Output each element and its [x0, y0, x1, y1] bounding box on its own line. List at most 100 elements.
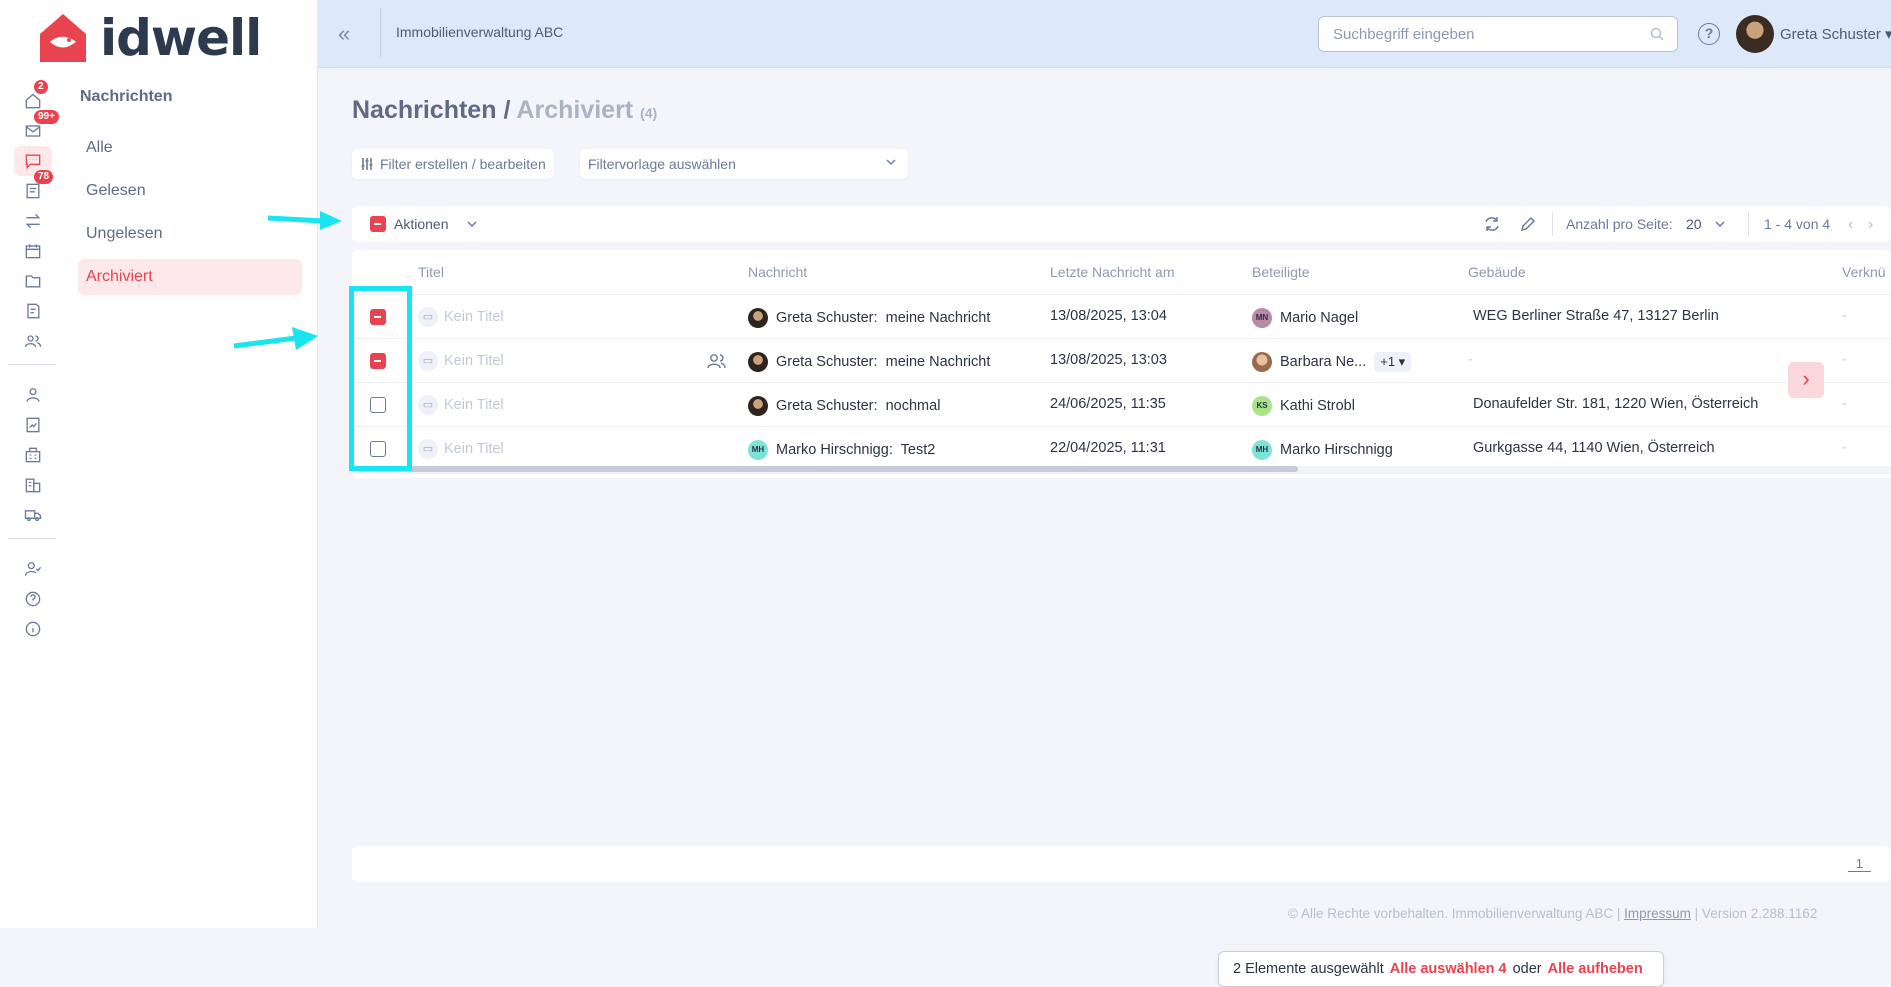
breadcrumb-slash: /	[503, 96, 511, 124]
row-participant-name: Marko Hirschnigg	[1280, 441, 1393, 458]
subnav-item-archiviert[interactable]: Archiviert	[78, 259, 302, 295]
user-menu[interactable]: Greta Schuster ▾	[1780, 25, 1891, 43]
avatar	[748, 352, 768, 372]
page-number[interactable]: 1	[1847, 856, 1871, 872]
tasks-icon	[26, 183, 40, 199]
selection-count: 2 Elemente ausgewählt	[1233, 961, 1384, 977]
per-page-label: Anzahl pro Seite:	[1566, 216, 1673, 232]
building-icon	[25, 447, 41, 463]
invoice-icon	[27, 303, 40, 319]
help-button[interactable]: ?	[1698, 23, 1720, 45]
calendar-icon	[25, 244, 41, 259]
scroll-right-button[interactable]: ›	[1788, 362, 1824, 398]
mail-badge: 99+	[34, 110, 59, 124]
logo-text: idwell	[100, 9, 262, 67]
rail-truck[interactable]	[14, 500, 52, 530]
home-icon	[25, 93, 41, 109]
table-row[interactable]: ▭ Kein Titel Greta Schuster: meine Nachri…	[352, 294, 1891, 338]
rail-calendar[interactable]	[14, 236, 52, 266]
column-header-verknuepfung[interactable]: Verknü	[1842, 264, 1886, 280]
row-link: -	[1842, 396, 1847, 412]
rail-people[interactable]	[14, 326, 52, 356]
edit-icon[interactable]	[1518, 214, 1538, 234]
rail-tasks[interactable]: 78	[14, 170, 54, 206]
row-link: -	[1842, 308, 1847, 324]
rail-help[interactable]	[14, 584, 52, 614]
impressum-link[interactable]: Impressum	[1624, 906, 1691, 921]
row-building: Gurkgasse 44, 1140 Wien, Österreich	[1473, 440, 1715, 456]
rail-info[interactable]	[14, 614, 52, 644]
filter-preset-select[interactable]: Filtervorlage auswählen	[580, 149, 908, 179]
home-badge: 2	[34, 80, 48, 94]
rail-user-check[interactable]	[14, 554, 52, 584]
rail-folder[interactable]	[14, 266, 52, 296]
next-page-button[interactable]: ›	[1868, 216, 1873, 234]
chevron-down-icon[interactable]	[1714, 218, 1726, 230]
row-building: WEG Berliner Straße 47, 13127 Berlin	[1473, 308, 1719, 324]
per-page-select[interactable]: 20	[1686, 216, 1702, 232]
row-message: Greta Schuster: meine Nachricht	[748, 352, 990, 372]
select-all-checkbox[interactable]	[370, 216, 386, 232]
column-header-beteiligte[interactable]: Beteiligte	[1252, 264, 1310, 280]
folder-icon	[25, 275, 41, 288]
actions-dropdown[interactable]: Aktionen	[394, 216, 448, 232]
filter-edit-label: Filter erstellen / bearbeiten	[380, 156, 546, 172]
avatar: MN	[1252, 308, 1272, 328]
column-header-titel[interactable]: Titel	[418, 264, 444, 280]
table-row[interactable]: ▭ Kein Titel Greta Schuster: nochmal 24/0…	[352, 382, 1891, 426]
more-participants-button[interactable]: +1 ▾	[1374, 352, 1412, 372]
subnav-title: Nachrichten	[80, 88, 173, 105]
column-header-gebaeude[interactable]: Gebäude	[1468, 264, 1526, 280]
chat-bubble-icon: ▭	[418, 395, 438, 415]
row-title-text: Kein Titel	[444, 396, 504, 413]
rail-building[interactable]	[14, 440, 52, 470]
rail-invoice[interactable]	[14, 296, 52, 326]
version-text: | Version 2.288.1162	[1694, 906, 1818, 921]
row-title: ▭ Kein Titel	[418, 307, 504, 327]
row-message: Greta Schuster: nochmal	[748, 396, 940, 416]
row-message-text: Test2	[900, 441, 936, 458]
house-bird-logo-icon	[40, 14, 86, 62]
column-header-nachricht[interactable]: Nachricht	[748, 264, 807, 280]
rail-mail[interactable]: 99+	[14, 110, 59, 146]
horizontal-scrollbar-thumb[interactable]	[358, 466, 1298, 472]
filter-preset-placeholder: Filtervorlage auswählen	[588, 156, 736, 172]
row-participant: MH Marko Hirschnigg	[1252, 440, 1393, 460]
toolbar-divider	[1748, 212, 1749, 236]
copyright-text: © Alle Rechte vorbehalten. Immobilienver…	[1288, 906, 1621, 921]
search-box	[1318, 16, 1678, 52]
row-participant: Barbara Ne... +1 ▾	[1252, 352, 1412, 373]
avatar	[748, 308, 768, 328]
logo[interactable]: idwell	[36, 9, 262, 67]
search-icon[interactable]	[1649, 26, 1665, 42]
prev-page-button[interactable]: ‹	[1848, 216, 1853, 234]
chat-bubble-icon: ▭	[418, 439, 438, 459]
chat-bubble-icon: ▭	[418, 351, 438, 371]
page-title-main[interactable]: Nachrichten	[352, 96, 496, 124]
tasks-badge: 78	[34, 170, 54, 184]
search-input[interactable]	[1333, 17, 1633, 51]
row-message-text: meine Nachricht	[885, 309, 991, 326]
rail-contract[interactable]	[14, 410, 52, 440]
rail-person[interactable]	[14, 380, 52, 410]
table-row[interactable]: ▭ Kein Titel MH Marko Hirschnigg: Test2 22…	[352, 426, 1891, 470]
user-avatar[interactable]	[1736, 15, 1774, 53]
chat-icon	[25, 154, 41, 170]
row-date: 22/04/2025, 11:31	[1050, 440, 1166, 456]
subnav-item-gelesen[interactable]: Gelesen	[78, 173, 302, 209]
refresh-icon[interactable]	[1482, 214, 1502, 234]
page-title: Nachrichten / Archiviert (4)	[352, 96, 657, 125]
rail-transfer[interactable]	[14, 206, 52, 236]
filter-edit-button[interactable]: Filter erstellen / bearbeiten	[352, 149, 554, 179]
deselect-all-link[interactable]: Alle aufheben	[1548, 961, 1643, 977]
rail-buildings[interactable]	[14, 470, 52, 500]
avatar: MH	[748, 440, 768, 460]
subnav-item-alle[interactable]: Alle	[78, 130, 302, 166]
chevron-down-icon[interactable]	[466, 218, 478, 230]
table-row[interactable]: ▭ Kein Titel Greta Schuster: meine Nachri…	[352, 338, 1891, 382]
column-header-letzte-nachricht[interactable]: Letzte Nachricht am	[1050, 264, 1175, 280]
collapse-sidebar-icon[interactable]: «	[338, 22, 362, 46]
help-icon	[25, 591, 41, 607]
row-sender: Greta Schuster:	[776, 309, 878, 326]
select-all-link[interactable]: Alle auswählen 4	[1390, 961, 1507, 977]
